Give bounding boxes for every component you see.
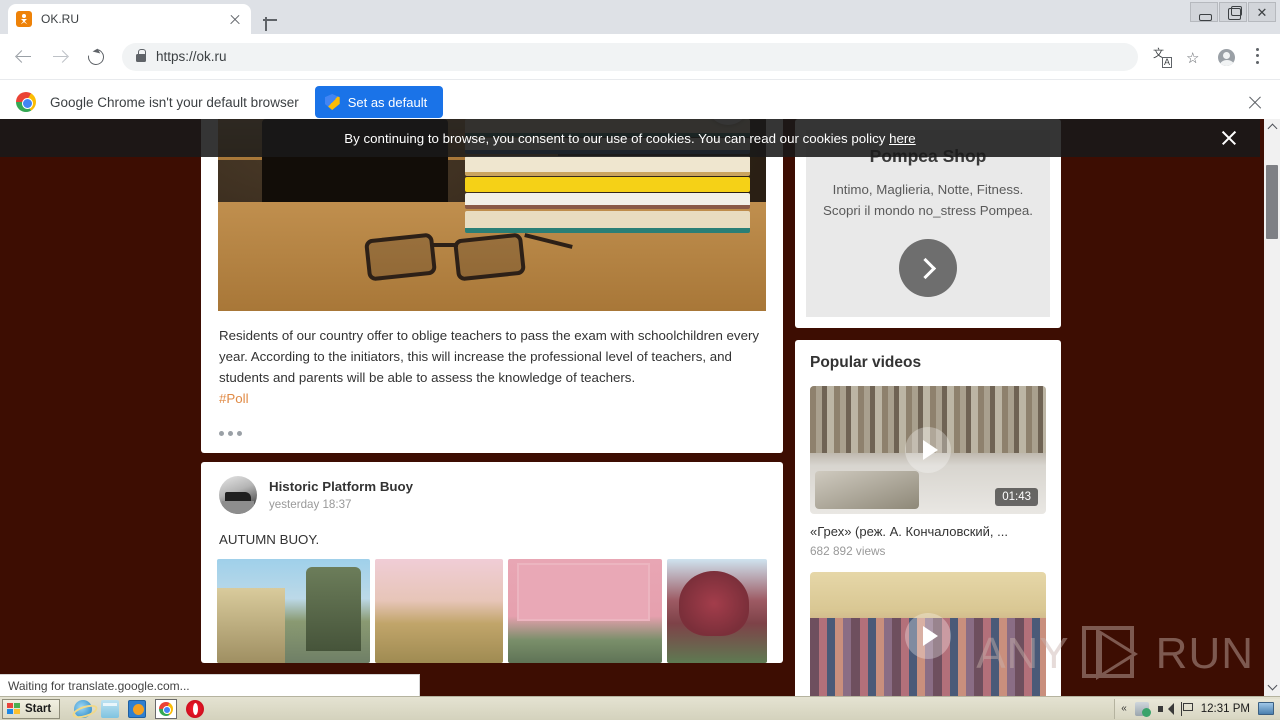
play-icon[interactable] [905,613,951,659]
system-tray: « 12:31 PM [1114,698,1280,719]
url-text: https://ok.ru [156,49,227,64]
scroll-up-arrow-icon[interactable] [1264,119,1280,136]
avatar-icon[interactable] [1212,43,1240,71]
right-rail: Pompea Shop Intimo, Maglieria, Notte, Fi… [795,119,1061,696]
crowded-hall-photo[interactable] [810,572,1046,696]
translate-icon[interactable] [1148,43,1176,71]
shield-icon [324,94,340,110]
close-tab-icon[interactable] [227,11,243,27]
windows-flag-icon [7,702,21,715]
default-browser-notification: Google Chrome isn't your default browser… [0,79,1280,124]
taskbar-clock[interactable]: 12:31 PM [1201,703,1250,715]
close-icon[interactable] [1246,94,1264,112]
cookie-text: By continuing to browse, you consent to … [344,131,915,146]
post-author[interactable]: Historic Platform Buoy [269,479,413,494]
tray-expand-icon[interactable]: « [1121,703,1127,714]
video-views: 682 892 views [810,544,886,558]
chrome-icon[interactable] [155,698,178,719]
winter-crowd-film-still[interactable]: 01:43 [810,386,1046,514]
tab-strip: OK.RU ✕ [0,0,1280,34]
close-icon[interactable]: ✕ [1248,2,1276,22]
anyrun-logo-icon [1082,626,1144,682]
start-button[interactable]: Start [2,698,61,719]
photo-grid [201,559,783,663]
feed-column: Residents of our country offer to oblige… [201,119,783,672]
more-options-icon[interactable] [201,409,783,441]
folder-icon[interactable] [101,699,120,718]
scroll-down-arrow-icon[interactable] [1264,679,1280,696]
post-text: Residents of our country offer to oblige… [219,328,760,385]
watermark-right-text: RUN [1155,629,1254,678]
opera-icon[interactable] [186,699,205,718]
red-autumn-tree-photo[interactable] [667,559,767,663]
popular-videos-card: Popular videos 01:43 «Грех» (реж. А. Кон… [795,340,1061,696]
video-duration: 01:43 [995,488,1038,506]
browser-toolbar: https://ok.ru ☆ [0,34,1280,79]
cookie-policy-link[interactable]: here [889,131,916,146]
reload-icon[interactable] [80,41,112,73]
set-as-default-button[interactable]: Set as default [314,86,444,118]
window-controls: ✕ [1190,2,1276,22]
pink-apartment-block-photo[interactable] [507,559,663,663]
post-timestamp: yesterday 18:37 [269,498,352,511]
page-viewport: Residents of our country offer to oblige… [0,119,1280,696]
internet-explorer-icon[interactable] [74,699,93,718]
cookie-consent-banner: By continuing to browse, you consent to … [0,119,1260,157]
browser-window: OK.RU ✕ https://ok.ru ☆ Google Chrome is… [0,0,1280,696]
new-tab-button[interactable] [259,9,281,31]
street-with-trees-photo[interactable] [217,559,371,663]
status-text: Waiting for translate.google.com... [8,678,190,693]
ad-next-button[interactable] [899,239,957,297]
post-body: Residents of our country offer to oblige… [201,311,783,409]
status-bar: Waiting for translate.google.com... [0,674,420,696]
kebab-menu-icon[interactable] [1244,43,1272,71]
post-card: Residents of our country offer to oblige… [201,119,783,453]
close-icon[interactable] [1220,129,1238,147]
volume-icon[interactable] [1157,702,1171,716]
cookie-message: By continuing to browse, you consent to … [344,130,890,146]
chrome-icon [16,92,36,112]
ad-body: Intimo, Maglieria, Notte, Fitness. Scopr… [823,182,1033,218]
keyboard-language-icon[interactable] [1179,701,1193,716]
post-hashtag[interactable]: #Poll [219,391,249,406]
page-scrollbar[interactable] [1264,119,1280,696]
set-as-default-label: Set as default [347,94,428,110]
author-avatar[interactable] [219,476,257,514]
show-desktop-icon[interactable] [1258,702,1274,715]
ok-favicon-icon [16,11,32,27]
address-bar[interactable]: https://ok.ru [122,42,1138,71]
play-icon[interactable] [905,427,951,473]
minimize-icon[interactable] [1190,2,1218,22]
ad-inner[interactable]: Pompea Shop Intimo, Maglieria, Notte, Fi… [806,130,1050,317]
post-text: AUTUMN BUOY. [219,532,320,547]
maximize-icon[interactable] [1219,2,1247,22]
video-title[interactable]: «Грех» (реж. А. Кончаловский, ... [810,524,1046,539]
popular-videos-heading: Popular videos [810,354,922,371]
post-card: Historic Platform Buoy yesterday 18:37 A… [201,462,783,663]
back-arrow-icon[interactable] [8,41,40,73]
start-label: Start [25,702,52,715]
chevron-right-icon [914,257,937,279]
quick-launch-bar [74,698,205,719]
star-icon[interactable]: ☆ [1180,43,1208,71]
building-behind-trees-photo[interactable] [375,559,503,663]
post-header: Historic Platform Buoy yesterday 18:37 [219,476,765,514]
lock-icon [136,48,146,62]
windows-taskbar: Start « 12:31 PM [0,696,1280,720]
forward-arrow-icon[interactable] [44,41,76,73]
notification-message: Google Chrome isn't your default browser [50,94,299,110]
network-icon[interactable] [1134,701,1151,717]
browser-tab[interactable]: OK.RU [8,4,251,34]
tab-title: OK.RU [41,12,80,26]
media-player-icon[interactable] [128,699,147,718]
scrollbar-thumb[interactable] [1266,165,1278,239]
